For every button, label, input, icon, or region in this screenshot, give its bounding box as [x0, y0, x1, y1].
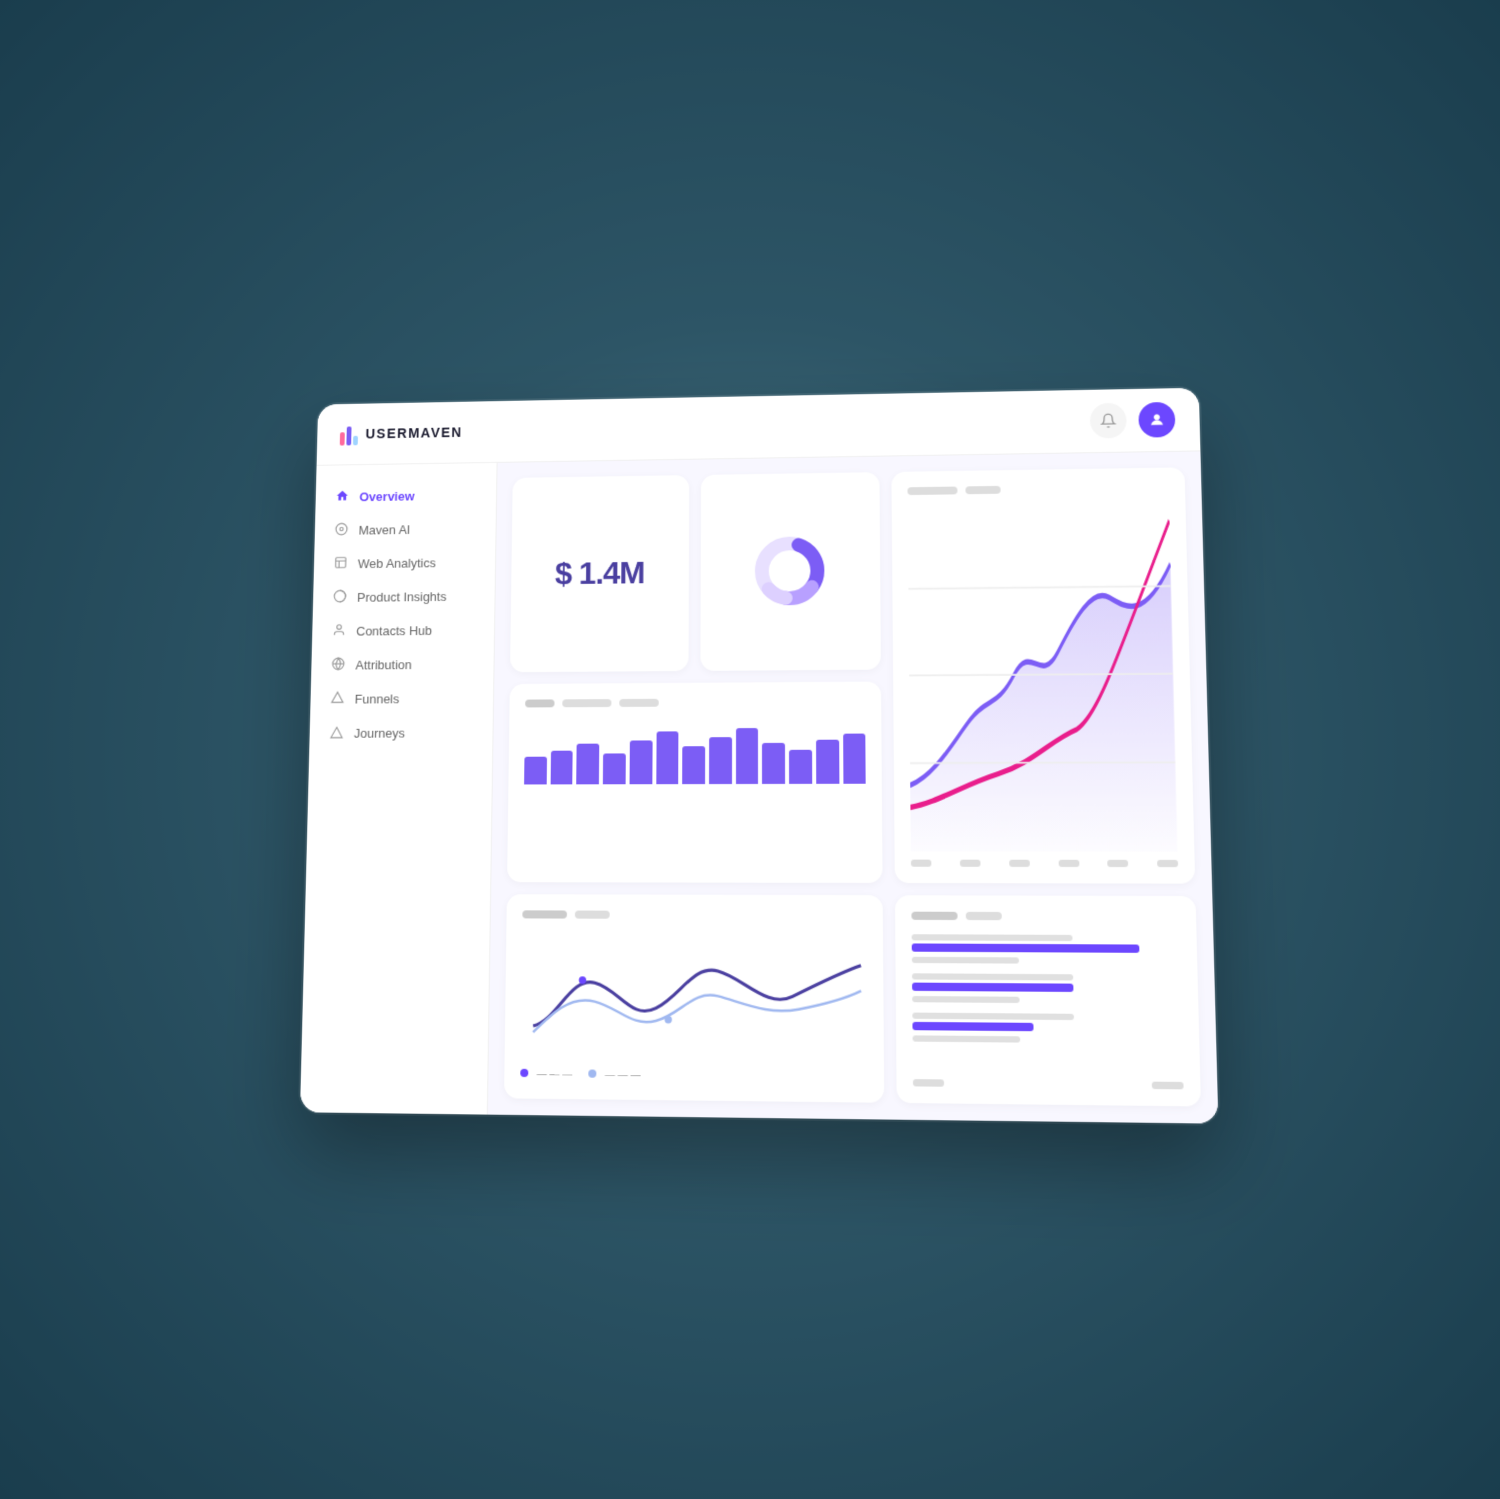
app-card: USERMAVEN [300, 388, 1218, 1124]
hbar-sub-1 [912, 957, 1019, 964]
sidebar-label-journeys: Journeys [354, 726, 405, 741]
hbar-label-2 [912, 974, 1072, 981]
hbar-fill-3 [913, 1022, 1034, 1031]
hbar-row-1 [912, 935, 1181, 965]
main-layout: Overview Maven AI [300, 451, 1218, 1123]
line-chart-card [892, 467, 1196, 884]
bar-chart-bars [524, 713, 866, 784]
bar-5 [629, 741, 652, 784]
bar-chart-card [507, 681, 883, 883]
logo-icon [340, 423, 359, 446]
line-label-1 [908, 487, 958, 496]
bar-7 [682, 747, 705, 784]
hbars-title-labels [912, 912, 1180, 921]
sidebar-item-maven-ai[interactable]: Maven AI [314, 512, 495, 548]
line-chart-svg [908, 499, 1178, 852]
donut-chart [750, 532, 830, 611]
home-icon [335, 489, 351, 505]
hbar-fill-1 [912, 944, 1140, 953]
attribution-icon [330, 657, 346, 674]
bar-4 [603, 753, 626, 784]
legend-item-1: — — — [520, 1064, 572, 1083]
sidebar-item-journeys[interactable]: Journeys [309, 716, 493, 751]
sidebar-label-overview: Overview [359, 489, 414, 504]
sidebar-item-overview[interactable]: Overview [315, 478, 496, 514]
hbars-card [895, 896, 1201, 1107]
legend-dash-2: — — — [605, 1070, 641, 1082]
line-chart-labels [908, 483, 1169, 495]
bar-1 [524, 756, 547, 784]
donut-chart-card [700, 472, 881, 670]
sidebar-label-funnels: Funnels [355, 692, 400, 707]
bar-2 [550, 750, 573, 784]
hbar-fill-2 [912, 983, 1073, 992]
notifications-button[interactable] [1090, 403, 1127, 439]
line-chart-x-labels [911, 860, 1178, 868]
hbar-row-3 [913, 1013, 1183, 1044]
sidebar-item-attribution[interactable]: Attribution [311, 647, 494, 682]
hbar-label-1 [912, 935, 1072, 942]
app-name: USERMAVEN [365, 425, 462, 442]
bar-11 [789, 749, 812, 783]
legend-dash-1: — — — [537, 1069, 573, 1081]
hbars-rows [912, 935, 1183, 1045]
content-grid: $ 1.4M [488, 451, 1219, 1123]
bar-8 [709, 737, 732, 783]
sidebar: Overview Maven AI [300, 463, 498, 1115]
bar-chart-labels [525, 697, 865, 707]
bar-13 [843, 734, 866, 784]
sidebar-label-contacts-hub: Contacts Hub [356, 623, 432, 638]
contacts-icon [331, 623, 347, 640]
user-avatar-button[interactable] [1138, 402, 1175, 438]
funnels-icon [330, 691, 346, 708]
analytics-icon [333, 556, 349, 572]
sidebar-label-attribution: Attribution [355, 657, 412, 672]
insights-icon [332, 589, 348, 606]
hbar-sub-3 [913, 1036, 1020, 1043]
header-actions [1090, 402, 1176, 439]
wave-chart-card: — — — — — — [504, 895, 885, 1103]
hbar-sub-2 [913, 996, 1020, 1003]
bar-10 [762, 743, 785, 783]
sidebar-label-product-insights: Product Insights [357, 589, 447, 604]
legend-dot-2 [588, 1069, 596, 1077]
hbars-footer [913, 1071, 1183, 1090]
wave-chart-legend: — — — — — — [520, 1064, 868, 1086]
journeys-icon [329, 725, 345, 742]
bar-3 [577, 744, 600, 784]
sidebar-label-maven-ai: Maven AI [358, 522, 410, 537]
sidebar-item-funnels[interactable]: Funnels [310, 681, 493, 716]
sidebar-item-product-insights[interactable]: Product Insights [313, 579, 495, 615]
bar-6 [656, 731, 679, 783]
wave-chart-labels [522, 911, 867, 920]
logo: USERMAVEN [340, 421, 463, 446]
line-label-2 [966, 486, 1001, 494]
hbar-row-2 [912, 974, 1181, 1005]
bar-12 [816, 740, 839, 784]
ai-icon [334, 522, 350, 538]
revenue-card: $ 1.4M [510, 475, 689, 672]
legend-item-2: — — — [588, 1064, 640, 1083]
legend-dot-1 [520, 1069, 528, 1077]
bar-9 [736, 728, 759, 784]
wave-chart-svg [521, 927, 868, 1055]
sidebar-label-web-analytics: Web Analytics [358, 556, 436, 571]
sidebar-item-contacts-hub[interactable]: Contacts Hub [312, 613, 494, 649]
hbar-label-3 [913, 1013, 1074, 1021]
revenue-value: $ 1.4M [555, 555, 645, 592]
sidebar-item-web-analytics[interactable]: Web Analytics [314, 545, 496, 581]
